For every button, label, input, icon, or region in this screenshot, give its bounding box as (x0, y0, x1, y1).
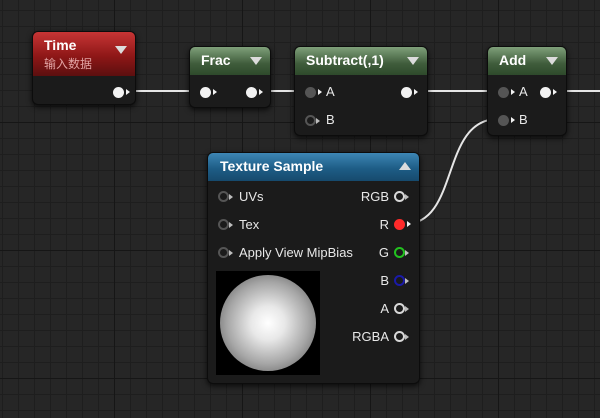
add-node-title: Add (499, 52, 527, 68)
tex-input-pin[interactable] (218, 219, 233, 230)
subtract-node-title: Subtract(,1) (306, 52, 384, 68)
r-output-label: R (379, 217, 389, 232)
sphere-preview-icon (220, 275, 316, 371)
frac-input-pin[interactable] (200, 87, 217, 98)
tex-input-label: Tex (239, 217, 260, 232)
time-node-title: Time (44, 37, 77, 53)
texture-sample-node-title: Texture Sample (220, 158, 324, 174)
add-node-header[interactable]: Add (488, 47, 566, 75)
rgb-output-pin[interactable] (394, 191, 409, 202)
add-input-a-label: A (519, 84, 528, 99)
time-node-header[interactable]: Time 输入数据 (33, 32, 135, 76)
subtract-output-pin[interactable] (401, 87, 418, 98)
texture-preview (216, 271, 320, 375)
rgb-output-label: RGB (360, 189, 389, 204)
time-output-pin[interactable] (113, 87, 130, 98)
subtract-input-b-label: B (326, 112, 335, 127)
a-output-label: A (380, 301, 389, 316)
g-output-label: G (378, 245, 389, 260)
uvs-input-label: UVs (239, 189, 264, 204)
subtract-input-a-label: A (326, 84, 335, 99)
g-output-pin[interactable] (394, 247, 409, 258)
texture-sample-node-header[interactable]: Texture Sample (208, 153, 419, 181)
time-node-subtitle: 输入数据 (44, 57, 93, 71)
mipbias-input-pin[interactable] (218, 247, 233, 258)
r-output-pin[interactable] (394, 219, 411, 230)
collapse-caret-icon[interactable] (407, 57, 419, 65)
uvs-input-pin[interactable] (218, 191, 233, 202)
collapse-caret-icon[interactable] (399, 162, 411, 170)
rgba-output-pin[interactable] (394, 331, 409, 342)
mipbias-input-label: Apply View MipBias (239, 245, 353, 260)
subtract-node-header[interactable]: Subtract(,1) (295, 47, 427, 75)
b-output-label: B (380, 273, 389, 288)
a-output-pin[interactable] (394, 303, 409, 314)
add-input-b-label: B (519, 112, 528, 127)
subtract-input-a-pin[interactable] (305, 87, 322, 98)
add-input-a-pin[interactable] (498, 87, 515, 98)
frac-node-title: Frac (201, 52, 231, 68)
add-input-b-pin[interactable] (498, 115, 515, 126)
time-node[interactable]: Time 输入数据 (32, 31, 136, 105)
frac-node-header[interactable]: Frac (190, 47, 270, 75)
collapse-caret-icon[interactable] (250, 57, 262, 65)
b-output-pin[interactable] (394, 275, 409, 286)
collapse-caret-icon[interactable] (115, 46, 127, 54)
frac-node[interactable]: Frac (189, 46, 271, 108)
add-output-pin[interactable] (540, 87, 557, 98)
add-node[interactable]: Add A B (487, 46, 567, 136)
frac-output-pin[interactable] (246, 87, 263, 98)
rgba-output-label: RGBA (352, 329, 389, 344)
texture-sample-node[interactable]: Texture Sample UVs Tex Apply View MipBia… (207, 152, 420, 384)
subtract-node[interactable]: Subtract(,1) A B (294, 46, 428, 136)
collapse-caret-icon[interactable] (546, 57, 558, 65)
subtract-input-b-pin[interactable] (305, 115, 320, 126)
